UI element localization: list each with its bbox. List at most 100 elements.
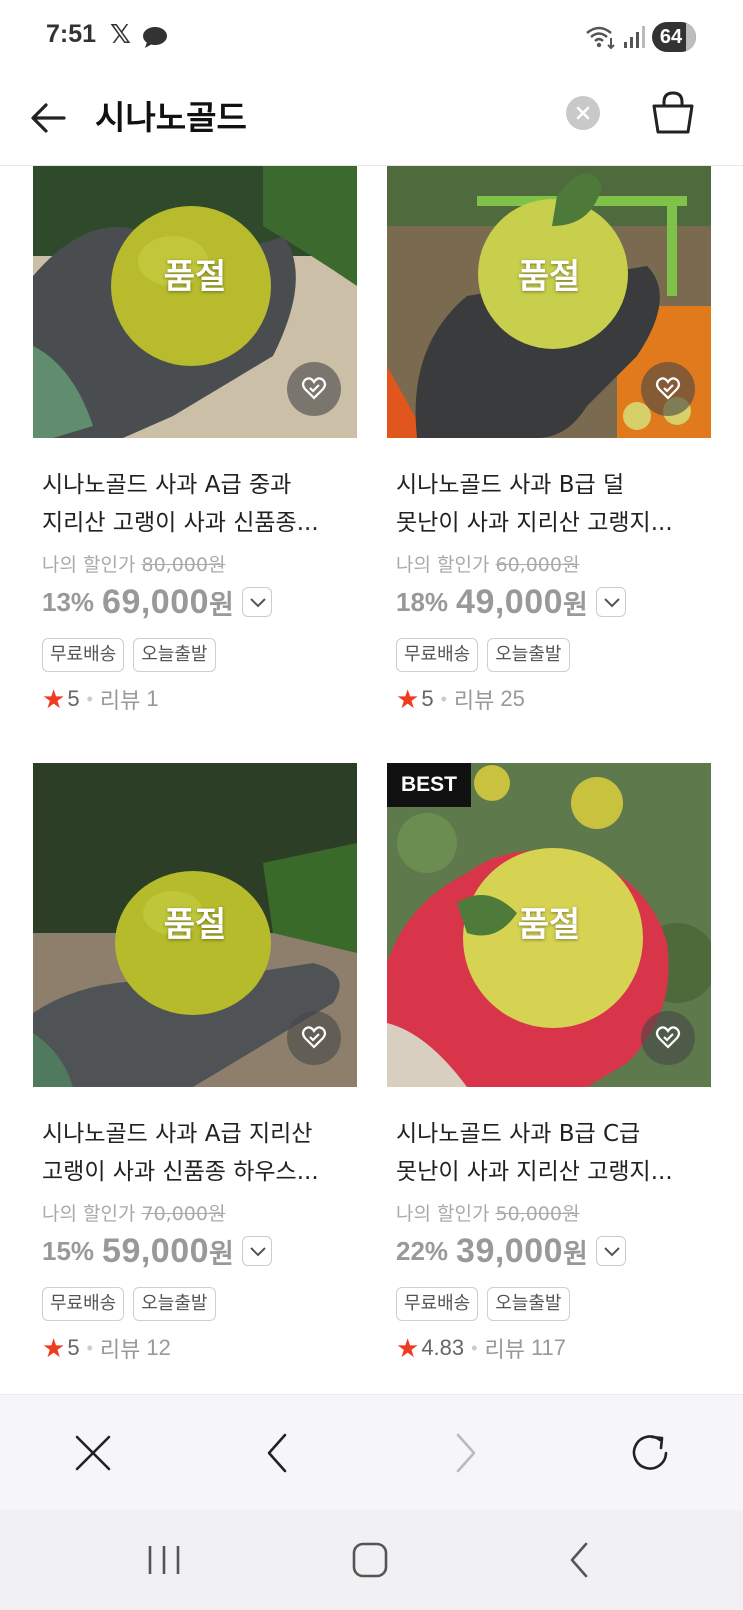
product-title[interactable]: 시나노골드 사과 A급 중과 지리산 고랭이 사과 신품종... <box>33 466 357 542</box>
review-count: 25 <box>500 686 525 711</box>
status-bar: 7:51 𝕏 64 <box>0 0 743 74</box>
recents-icon[interactable] <box>142 1538 186 1582</box>
tag-ships-today: 오늘출발 <box>133 638 216 672</box>
tag-list: 무료배송 오늘출발 <box>387 1287 711 1321</box>
tag-free-shipping: 무료배송 <box>42 638 125 672</box>
price-detail-toggle[interactable] <box>241 587 272 617</box>
price-unit: 원 <box>209 1238 234 1270</box>
x-app-icon: 𝕏 <box>110 20 131 50</box>
clear-search-button[interactable] <box>566 96 600 130</box>
separator-dot: • <box>440 688 447 709</box>
separator-dot: • <box>471 1337 478 1358</box>
price-unit: 원 <box>563 1238 588 1270</box>
product-grid: 품절 시나노골드 사과 A급 중과 지리산 고랭이 사과 신품종... 나의 할… <box>0 166 743 1394</box>
reload-icon[interactable] <box>622 1425 678 1481</box>
wishlist-button[interactable] <box>287 1011 341 1065</box>
home-icon[interactable] <box>348 1538 392 1582</box>
discount-rate: 13% <box>42 586 95 617</box>
battery-indicator: 64 <box>652 22 696 52</box>
product-card[interactable]: 품절 시나노골드 사과 A급 중과 지리산 고랭이 사과 신품종... 나의 할… <box>33 166 357 714</box>
wifi-icon <box>586 26 615 50</box>
review-label: 리뷰 <box>453 688 495 713</box>
tag-ships-today: 오늘출발 <box>487 1287 570 1321</box>
original-price: 60,000원 <box>495 554 580 576</box>
rating-value: 4.83 <box>421 1335 465 1360</box>
chat-bubble-icon <box>143 27 167 48</box>
price-row: 18% 49,000 원 <box>387 582 711 622</box>
discount-rate: 22% <box>396 1235 449 1266</box>
review-count: 12 <box>146 1335 171 1360</box>
product-title[interactable]: 시나노골드 사과 B급 C급 못난이 사과 지리산 고랭지... <box>387 1115 711 1191</box>
rating-row: ★ 5 • 리뷰 12 <box>33 1333 357 1363</box>
product-image[interactable]: 품절 <box>387 166 711 438</box>
price-row: 13% 69,000 원 <box>33 582 357 622</box>
price-label: 나의 할인가 50,000원 <box>396 1203 580 1225</box>
price-detail-toggle[interactable] <box>595 1236 626 1266</box>
soldout-label: 품절 <box>163 905 227 945</box>
review-label: 리뷰 <box>99 1337 141 1362</box>
star-icon: ★ <box>396 684 420 714</box>
product-image[interactable]: . BEST 품절 <box>387 763 711 1087</box>
rating-row: ★ 4.83 • 리뷰 117 <box>387 1333 711 1363</box>
heart-check-icon <box>655 377 681 400</box>
chevron-right-icon[interactable] <box>436 1425 492 1481</box>
sale-price: 69,000 <box>102 582 210 621</box>
rating-row: ★ 5 • 리뷰 25 <box>387 684 711 714</box>
sale-price: 49,000 <box>456 582 564 621</box>
rating-row: ★ 5 • 리뷰 1 <box>33 684 357 714</box>
price-unit: 원 <box>209 589 234 621</box>
star-icon: ★ <box>42 684 66 714</box>
chevron-down-icon <box>604 598 620 608</box>
review-label: 리뷰 <box>484 1337 525 1362</box>
product-image[interactable]: 품절 <box>33 763 357 1087</box>
tag-free-shipping: 무료배송 <box>396 638 479 672</box>
star-icon: ★ <box>396 1333 420 1363</box>
separator-dot: • <box>86 1337 93 1358</box>
heart-check-icon <box>301 1026 327 1049</box>
tag-free-shipping: 무료배송 <box>42 1287 125 1321</box>
price-detail-toggle[interactable] <box>241 1236 272 1266</box>
product-image[interactable]: 품절 <box>33 166 357 438</box>
wishlist-button[interactable] <box>641 1011 695 1065</box>
soldout-label: 품절 <box>163 257 227 297</box>
tag-ships-today: 오늘출발 <box>133 1287 216 1321</box>
discount-rate: 15% <box>42 1235 95 1266</box>
tag-list: 무료배송 오늘출발 <box>387 638 711 672</box>
product-title[interactable]: 시나노골드 사과 A급 지리산 고랭이 사과 신품종 하우스... <box>33 1115 357 1191</box>
chevron-down-icon <box>604 1247 620 1257</box>
back-icon[interactable] <box>558 1538 602 1582</box>
price-row: 22% 39,000 원 <box>387 1231 711 1271</box>
rating-value: 5 <box>67 686 80 711</box>
product-card[interactable]: 품절 시나노골드 사과 A급 지리산 고랭이 사과 신품종 하우스... 나의 … <box>33 763 357 1363</box>
review-count: 1 <box>146 686 159 711</box>
original-price: 70,000원 <box>141 1203 226 1225</box>
discount-rate: 18% <box>396 586 449 617</box>
wishlist-button[interactable] <box>287 362 341 416</box>
star-icon: ★ <box>42 1333 66 1363</box>
wishlist-button[interactable] <box>641 362 695 416</box>
rating-value: 5 <box>67 1335 80 1360</box>
price-detail-toggle[interactable] <box>595 587 626 617</box>
product-title[interactable]: 시나노골드 사과 B급 덜 못난이 사과 지리산 고랭지... <box>387 466 711 542</box>
separator-dot: • <box>86 688 93 709</box>
shopping-bag-icon[interactable] <box>648 88 698 138</box>
tag-free-shipping: 무료배송 <box>396 1287 479 1321</box>
price-label: 나의 할인가 80,000원 <box>42 554 226 576</box>
app-header: 시나노골드 <box>0 74 743 166</box>
chevron-down-icon <box>250 1247 266 1257</box>
chevron-left-icon[interactable] <box>251 1425 307 1481</box>
sale-price: 59,000 <box>102 1231 210 1270</box>
price-unit: 원 <box>563 589 588 621</box>
review-count: 117 <box>530 1335 567 1360</box>
close-icon[interactable] <box>65 1425 121 1481</box>
soldout-label: 품절 <box>517 905 581 945</box>
product-card[interactable]: 품절 시나노골드 사과 B급 덜 못난이 사과 지리산 고랭지... 나의 할인… <box>387 166 711 714</box>
chevron-down-icon <box>250 598 266 608</box>
page-title: 시나노골드 <box>95 98 247 137</box>
sale-price: 39,000 <box>456 1231 564 1270</box>
price-label: 나의 할인가 60,000원 <box>396 554 580 576</box>
tag-list: 무료배송 오늘출발 <box>33 638 357 672</box>
product-card[interactable]: . BEST 품절 시나노골드 사과 B급 C급 못난이 사과 지리산 고랭지.… <box>387 763 711 1363</box>
arrow-left-icon[interactable] <box>24 92 76 144</box>
price-label: 나의 할인가 70,000원 <box>42 1203 226 1225</box>
